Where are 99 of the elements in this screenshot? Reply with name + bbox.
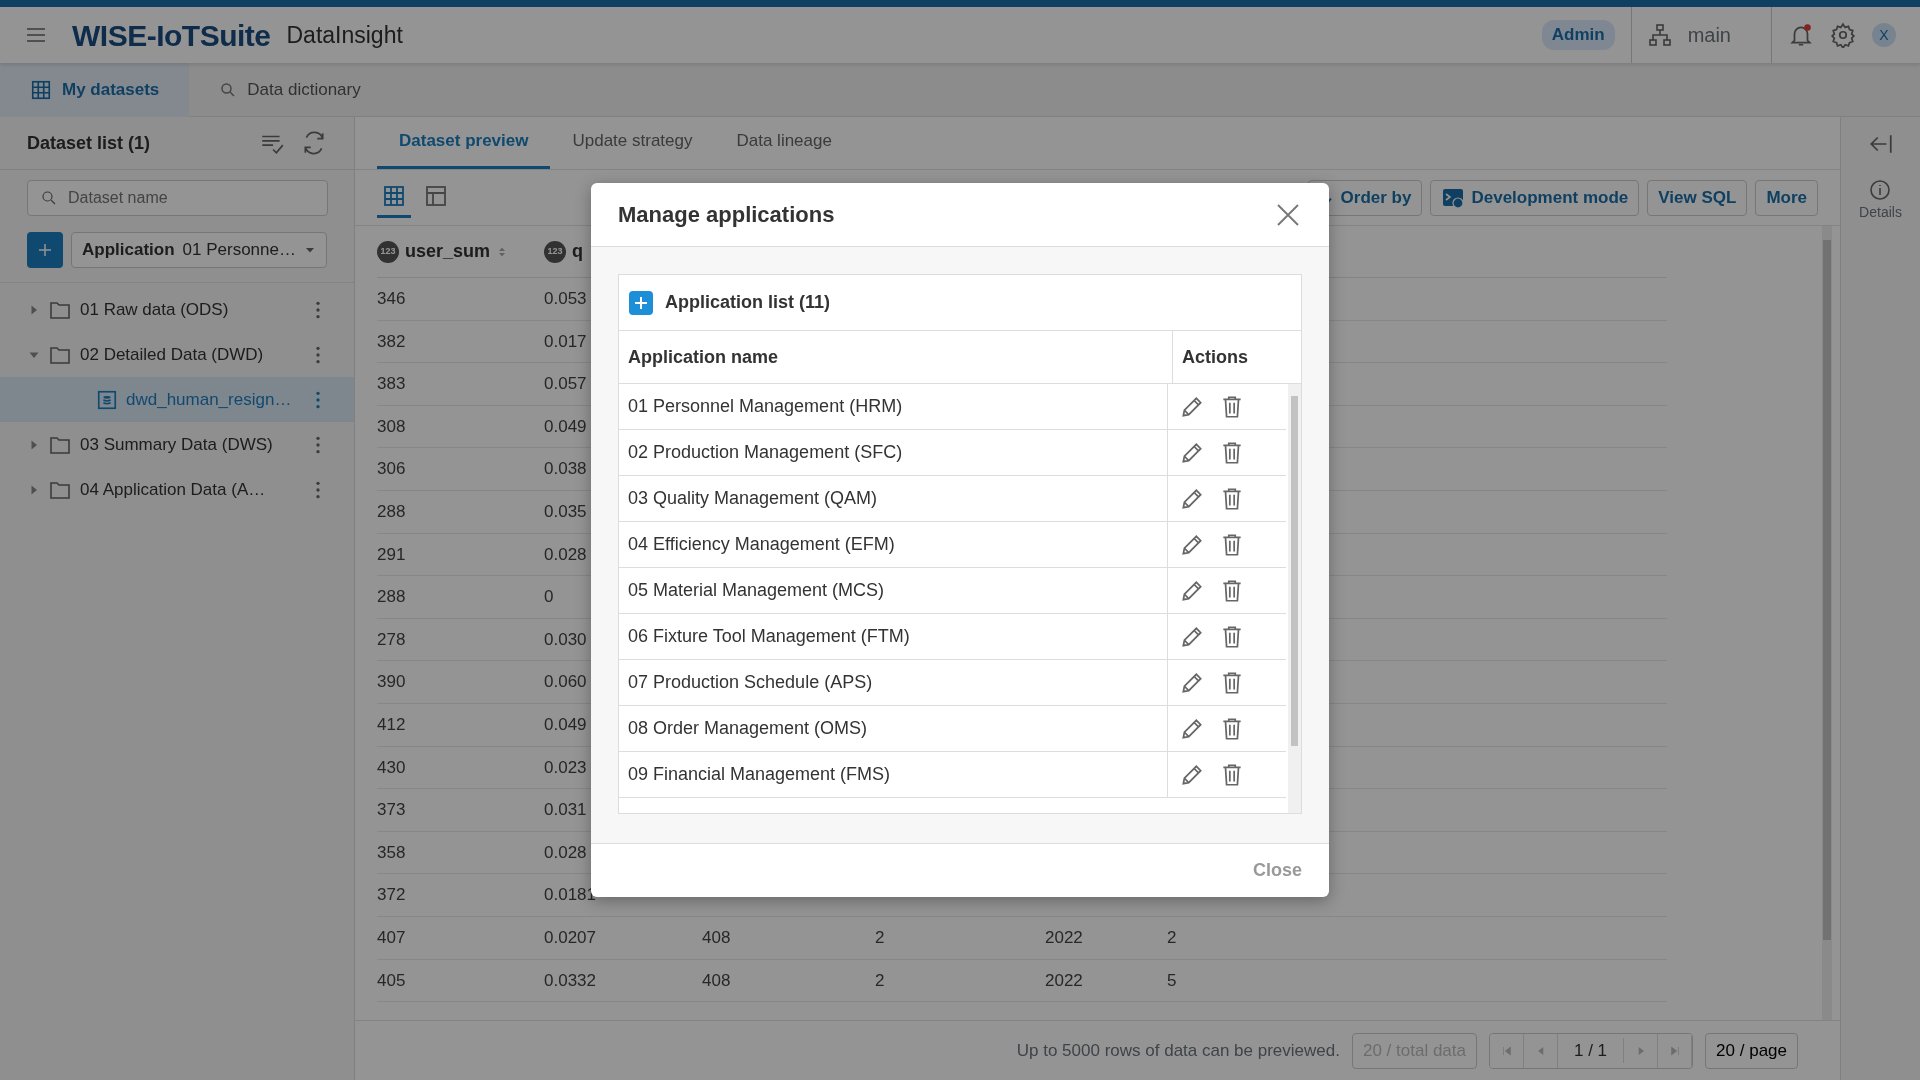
table-cell: 02 Production Management (SFC) bbox=[619, 430, 1168, 475]
table-cell: 408 bbox=[702, 927, 731, 947]
nav-tab[interactable]: My datasets bbox=[0, 63, 190, 117]
table-cell: 2022 bbox=[1045, 970, 1083, 990]
table-cell: 383 bbox=[377, 374, 406, 394]
content-tab[interactable]: Update strategy bbox=[550, 116, 715, 169]
plus-icon bbox=[36, 241, 54, 259]
column-header[interactable]: q bbox=[572, 238, 583, 265]
nav-tab[interactable]: Data dictionary bbox=[189, 63, 391, 117]
table-cell: 08 Order Management (OMS) bbox=[619, 706, 1168, 751]
table-cell: 408 bbox=[702, 970, 731, 990]
table-cell: 308 bbox=[377, 416, 406, 436]
user-avatar[interactable]: X bbox=[1872, 23, 1896, 47]
tree-item[interactable]: dwd_human_resign… bbox=[0, 377, 354, 422]
refresh-icon[interactable] bbox=[301, 130, 327, 156]
toolbar-button[interactable]: Development mode bbox=[1430, 179, 1640, 216]
settings-icon[interactable] bbox=[1830, 22, 1856, 48]
table-cell: 407 bbox=[377, 927, 406, 947]
tree-item[interactable]: 02 Detailed Data (DWD) bbox=[0, 332, 354, 377]
table-cell: 412 bbox=[377, 715, 406, 734]
brand-logo: WISE-IoTSuite bbox=[72, 17, 271, 54]
table-cell: 2 bbox=[875, 927, 885, 947]
info-icon[interactable] bbox=[1868, 178, 1893, 202]
table-cell: 0.028 bbox=[544, 842, 587, 862]
table-cell: 373 bbox=[377, 800, 406, 820]
type-badge: 123 bbox=[544, 240, 566, 263]
table-cell: 278 bbox=[377, 629, 406, 649]
table-cell: 07 Production Schedule (APS) bbox=[619, 660, 1168, 705]
plus-icon bbox=[633, 294, 649, 311]
table-cell: 0.0207 bbox=[544, 927, 596, 947]
modal-title: Manage applications bbox=[618, 201, 836, 229]
table-cell: 2 bbox=[875, 970, 885, 990]
table-cell: 05 Material Management (MCS) bbox=[619, 568, 1168, 613]
table-cell: 0.0181 bbox=[544, 885, 596, 905]
layout-icon bbox=[424, 184, 448, 208]
table-cell: 382 bbox=[377, 331, 406, 351]
grid-icon bbox=[382, 184, 406, 208]
table-cell: 0.057 bbox=[544, 374, 587, 394]
table-cell: 0.049 bbox=[544, 416, 587, 436]
toolbar-button[interactable]: View SQL bbox=[1647, 179, 1748, 216]
table-cell: 372 bbox=[377, 885, 406, 905]
content-tab[interactable]: Data lineage bbox=[714, 116, 854, 169]
page-size-select[interactable]: 20 / page bbox=[1705, 1032, 1798, 1069]
table-cell: 0.030 bbox=[544, 629, 587, 649]
dataset-icon bbox=[96, 388, 118, 411]
column-header: Application name bbox=[619, 331, 1173, 383]
table-cell: 04 Efficiency Management (EFM) bbox=[619, 522, 1168, 567]
table-cell: 288 bbox=[377, 587, 406, 607]
details-label[interactable]: Details bbox=[1859, 202, 1902, 223]
table-cell: 0.028 bbox=[544, 544, 587, 564]
grid-icon bbox=[30, 79, 52, 101]
table-cell: 430 bbox=[377, 757, 406, 777]
tree-item[interactable]: 04 Application Data (A… bbox=[0, 467, 354, 512]
table-cell: 390 bbox=[377, 672, 406, 692]
type-badge: 123 bbox=[377, 240, 399, 263]
scrollbar[interactable] bbox=[1822, 226, 1832, 1020]
table-cell: 2 bbox=[1167, 927, 1177, 947]
table-cell: 0.038 bbox=[544, 459, 587, 479]
close-button[interactable]: Close bbox=[1252, 857, 1302, 884]
table-cell: 01 Personnel Management (HRM) bbox=[619, 384, 1168, 429]
table-cell: 288 bbox=[377, 502, 406, 521]
table-cell: 405 bbox=[377, 970, 406, 990]
table-cell: 0.0332 bbox=[544, 970, 596, 990]
footer-note: Up to 5000 rows of data can be previewed. bbox=[1016, 1039, 1340, 1062]
table-cell: 06 Fixture Tool Management (FTM) bbox=[619, 614, 1168, 659]
tree-item[interactable]: 01 Raw data (ODS) bbox=[0, 287, 354, 332]
add-button[interactable] bbox=[27, 232, 63, 268]
column-header: Actions bbox=[1181, 345, 1249, 369]
tree-item[interactable]: 03 Summary Data (DWS) bbox=[0, 422, 354, 467]
table-cell: 0.053 bbox=[544, 289, 587, 309]
notification-icon[interactable] bbox=[1788, 22, 1814, 48]
table-cell: 0 bbox=[544, 587, 554, 607]
product-name: DataInsight bbox=[286, 20, 403, 50]
scrollbar[interactable] bbox=[1288, 384, 1301, 813]
content-tab[interactable]: Dataset preview bbox=[377, 116, 551, 169]
branch-name[interactable]: main bbox=[1687, 20, 1731, 50]
table-cell: 358 bbox=[377, 842, 406, 862]
toolbar-button[interactable]: More bbox=[1755, 179, 1818, 216]
table-cell: 5 bbox=[1167, 970, 1177, 990]
table-cell: 0.031 bbox=[544, 800, 587, 820]
add-button[interactable] bbox=[629, 290, 653, 315]
table-cell: 0.017 bbox=[544, 331, 587, 351]
table-cell: 2022 bbox=[1045, 927, 1083, 947]
table-cell: 306 bbox=[377, 459, 406, 479]
application-select[interactable]: Application 01 Personne… bbox=[71, 232, 327, 268]
table-cell: 346 bbox=[377, 289, 406, 309]
table-cell: 0.035 bbox=[544, 502, 587, 521]
role-badge: Admin bbox=[1541, 20, 1615, 50]
table-cell: 0.049 bbox=[544, 715, 587, 734]
search-field[interactable]: Dataset name bbox=[27, 180, 328, 216]
table-cell: 0.060 bbox=[544, 672, 587, 692]
list-title: Application list (11) bbox=[665, 291, 831, 314]
table-cell: 291 bbox=[377, 544, 406, 564]
table-cell: 03 Quality Management (QAM) bbox=[619, 476, 1168, 521]
network-icon[interactable] bbox=[1647, 23, 1672, 47]
table-cell: 0.023 bbox=[544, 757, 587, 777]
panel-title: Dataset list (1) bbox=[27, 131, 152, 155]
column-header[interactable]: user_sum bbox=[405, 238, 491, 265]
table-cell: 09 Financial Management (FMS) bbox=[619, 752, 1168, 797]
